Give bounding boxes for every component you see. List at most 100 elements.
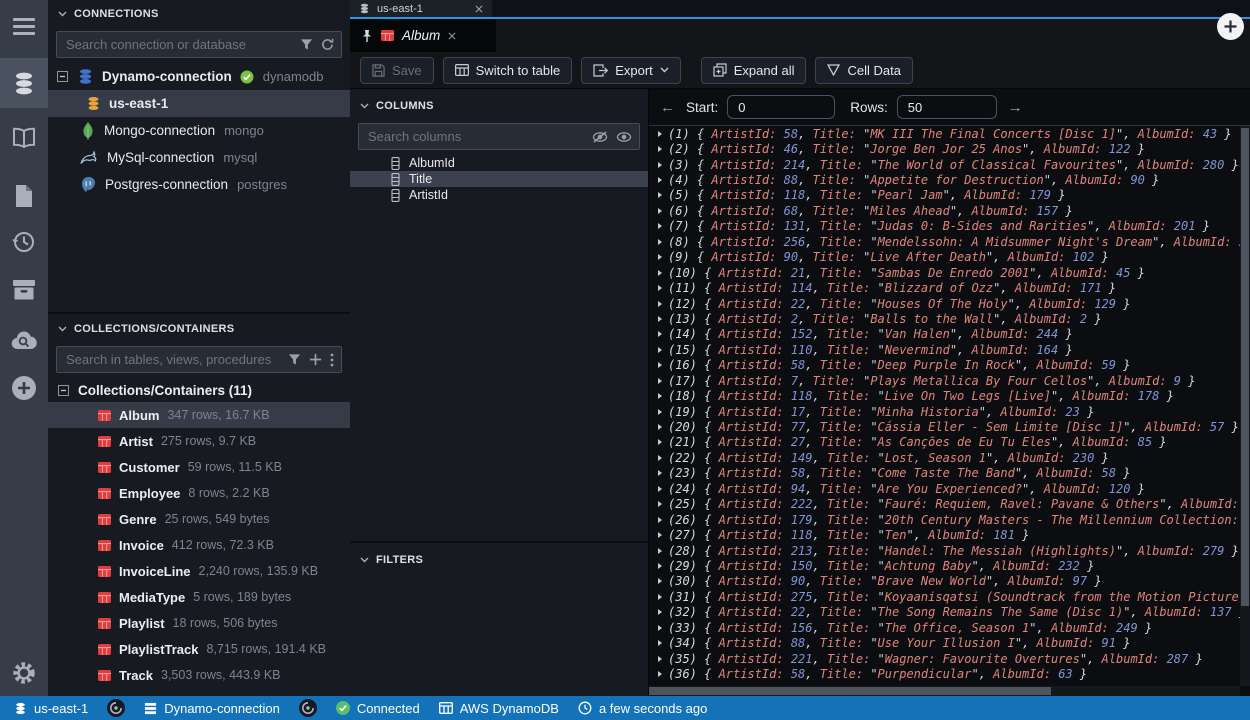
row-expander-icon[interactable] <box>658 162 662 168</box>
row-expander-icon[interactable] <box>658 409 662 415</box>
row-expander-icon[interactable] <box>658 594 662 600</box>
data-row[interactable]: (6) { ArtistId: 68, Title: "Miles Ahead"… <box>654 203 1240 218</box>
kebab-menu-icon[interactable] <box>330 353 334 367</box>
horizontal-scrollbar[interactable] <box>649 686 1240 696</box>
connection-dynamo[interactable]: Dynamo-connection dynamodb <box>48 63 350 90</box>
data-row[interactable]: (23) { ArtistId: 58, Title: "Come Taste … <box>654 466 1240 481</box>
db-context-icon[interactable] <box>107 699 125 717</box>
column-item[interactable]: Title <box>350 171 648 187</box>
data-row[interactable]: (35) { ArtistId: 221, Title: "Wagner: Fa… <box>654 651 1240 666</box>
data-row[interactable]: (28) { ArtistId: 213, Title: "Handel: Th… <box>654 543 1240 558</box>
status-connection[interactable]: Dynamo-connection <box>144 701 280 716</box>
data-row[interactable]: (31) { ArtistId: 275, Title: "Koyaanisqa… <box>654 589 1240 604</box>
data-row[interactable]: (36) { ArtistId: 58, Title: "Purpendicul… <box>654 666 1240 681</box>
tab-us-east-1[interactable]: us-east-1 <box>350 0 492 17</box>
data-row[interactable]: (20) { ArtistId: 77, Title: "Cássia Elle… <box>654 419 1240 434</box>
data-row[interactable]: (1) { ArtistId: 58, Title: "MK III The F… <box>654 126 1240 141</box>
collection-item[interactable]: PlaylistTrack 8,715 rows, 191.4 KB <box>48 636 350 662</box>
vertical-scrollbar-thumb[interactable] <box>1241 128 1249 606</box>
status-last-refresh[interactable]: a few seconds ago <box>578 701 707 716</box>
collection-item[interactable]: MediaType 5 rows, 189 bytes <box>48 584 350 610</box>
collection-item[interactable]: InvoiceLine 2,240 rows, 135.9 KB <box>48 558 350 584</box>
row-expander-icon[interactable] <box>658 254 662 260</box>
columns-search-input[interactable] <box>366 128 584 145</box>
eye-off-icon[interactable] <box>592 131 608 143</box>
close-icon[interactable] <box>448 32 456 40</box>
row-expander-icon[interactable] <box>658 486 662 492</box>
collection-item[interactable]: Employee 8 rows, 2.2 KB <box>48 480 350 506</box>
row-expander-icon[interactable] <box>658 285 662 291</box>
row-expander-icon[interactable] <box>658 563 662 569</box>
collection-item[interactable]: Playlist 18 rows, 506 bytes <box>48 610 350 636</box>
history-icon[interactable] <box>0 226 48 258</box>
data-row[interactable]: (30) { ArtistId: 90, Title: "Brave New W… <box>654 574 1240 589</box>
data-row[interactable]: (14) { ArtistId: 152, Title: "Van Halen"… <box>654 327 1240 342</box>
row-expander-icon[interactable] <box>658 331 662 337</box>
status-database[interactable]: us-east-1 <box>14 701 88 716</box>
row-expander-icon[interactable] <box>658 208 662 214</box>
row-expander-icon[interactable] <box>658 378 662 384</box>
eye-icon[interactable] <box>616 131 632 143</box>
collection-item[interactable]: Invoice 412 rows, 72.3 KB <box>48 532 350 558</box>
pin-icon[interactable] <box>361 29 373 43</box>
data-row[interactable]: (3) { ArtistId: 214, Title: "The World o… <box>654 157 1240 172</box>
add-circle-icon[interactable] <box>0 372 48 404</box>
data-row[interactable]: (34) { ArtistId: 88, Title: "Use Your Il… <box>654 635 1240 650</box>
prev-page-button[interactable]: ← <box>658 99 677 116</box>
gear-icon[interactable] <box>0 657 48 689</box>
row-expander-icon[interactable] <box>658 146 662 152</box>
close-icon[interactable] <box>475 5 483 13</box>
plus-icon[interactable] <box>309 353 322 366</box>
start-input[interactable] <box>727 95 835 119</box>
collection-item[interactable]: Track 3,503 rows, 443.9 KB <box>48 662 350 688</box>
data-row[interactable]: (26) { ArtistId: 179, Title: "20th Centu… <box>654 512 1240 527</box>
expand-all-button[interactable]: Expand all <box>701 57 807 84</box>
data-row[interactable]: (12) { ArtistId: 22, Title: "Houses Of T… <box>654 296 1240 311</box>
data-row[interactable]: (8) { ArtistId: 256, Title: "Mendelssohn… <box>654 234 1240 249</box>
data-row[interactable]: (9) { ArtistId: 90, Title: "Live After D… <box>654 250 1240 265</box>
collapse-icon[interactable] <box>58 385 69 396</box>
row-expander-icon[interactable] <box>658 640 662 646</box>
filters-header[interactable]: FILTERS <box>350 541 648 570</box>
connection-mongo[interactable]: Mongo-connection mongo <box>48 117 350 144</box>
data-row[interactable]: (18) { ArtistId: 118, Title: "Live On Tw… <box>654 388 1240 403</box>
row-expander-icon[interactable] <box>658 424 662 430</box>
rows-input[interactable] <box>897 95 997 119</box>
menu-icon[interactable] <box>0 10 48 42</box>
data-row[interactable]: (19) { ArtistId: 17, Title: "Minha Histo… <box>654 404 1240 419</box>
data-row[interactable]: (25) { ArtistId: 222, Title: "Fauré: Req… <box>654 497 1240 512</box>
data-row[interactable]: (24) { ArtistId: 94, Title: "Are You Exp… <box>654 481 1240 496</box>
status-connected[interactable]: Connected <box>336 701 420 716</box>
data-row[interactable]: (10) { ArtistId: 21, Title: "Sambas De E… <box>654 265 1240 280</box>
data-row[interactable]: (22) { ArtistId: 149, Title: "Lost, Seas… <box>654 450 1240 465</box>
columns-header[interactable]: COLUMNS <box>350 96 648 116</box>
data-row[interactable]: (32) { ArtistId: 22, Title: "The Song Re… <box>654 605 1240 620</box>
vertical-scrollbar[interactable] <box>1240 126 1250 686</box>
horizontal-scrollbar-thumb[interactable] <box>649 687 1051 695</box>
database-icon[interactable] <box>0 58 48 108</box>
collections-header[interactable]: COLLECTIONS/CONTAINERS <box>48 319 350 339</box>
row-expander-icon[interactable] <box>658 362 662 368</box>
row-expander-icon[interactable] <box>658 455 662 461</box>
connection-mysql[interactable]: MySql-connection mysql <box>48 144 350 171</box>
refresh-icon[interactable] <box>321 38 334 51</box>
data-row[interactable]: (27) { ArtistId: 118, Title: "Ten", Albu… <box>654 527 1240 542</box>
column-item[interactable]: ArtistId <box>350 187 648 203</box>
collection-item[interactable]: Genre 25 rows, 549 bytes <box>48 506 350 532</box>
data-row[interactable]: (21) { ArtistId: 27, Title: "As Canções … <box>654 435 1240 450</box>
filter-icon[interactable] <box>288 353 301 366</box>
row-expander-icon[interactable] <box>658 625 662 631</box>
row-expander-icon[interactable] <box>658 548 662 554</box>
new-tab-button[interactable] <box>1217 13 1244 40</box>
book-icon[interactable] <box>0 122 48 154</box>
data-row[interactable]: (11) { ArtistId: 114, Title: "Blizzard o… <box>654 280 1240 295</box>
data-row[interactable]: (7) { ArtistId: 131, Title: "Judas 0: B-… <box>654 219 1240 234</box>
connection-region-us-east-1[interactable]: us-east-1 <box>48 90 350 117</box>
column-item[interactable]: AlbumId <box>350 155 648 171</box>
row-expander-icon[interactable] <box>658 656 662 662</box>
row-expander-icon[interactable] <box>658 239 662 245</box>
next-page-button[interactable]: → <box>1006 99 1025 116</box>
data-row[interactable]: (16) { ArtistId: 58, Title: "Deep Purple… <box>654 358 1240 373</box>
file-icon[interactable] <box>0 180 48 212</box>
data-row[interactable]: (15) { ArtistId: 110, Title: "Nevermind"… <box>654 342 1240 357</box>
